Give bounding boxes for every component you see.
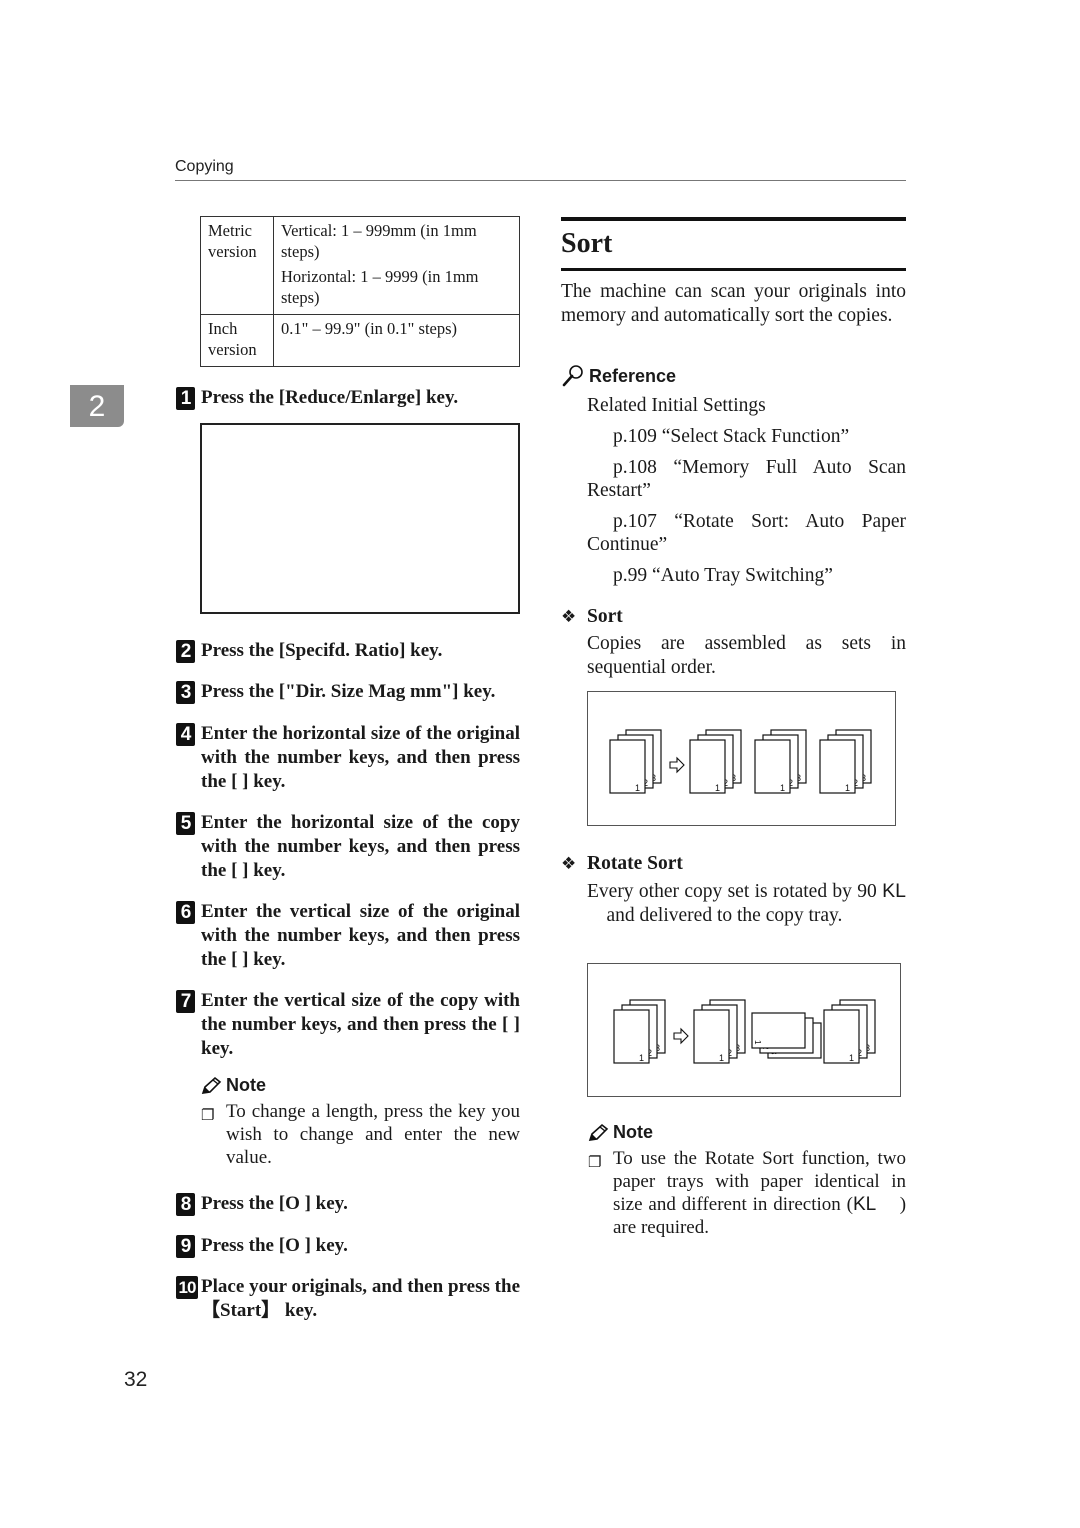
step-number: 1 bbox=[176, 387, 195, 410]
page-number-label: 1 bbox=[845, 783, 850, 793]
step-text: Enter the vertical size of the original … bbox=[201, 901, 520, 970]
rotate-sort-text: Every other copy set is rotated by 90 bbox=[587, 881, 877, 902]
table-row: Inch version 0.1" – 99.9" (in 0.1" steps… bbox=[200, 314, 520, 367]
step-7: 7 Enter the vertical size of the copy wi… bbox=[176, 989, 520, 1061]
right-note: Note ❐ To use the Rotate Sort function, … bbox=[587, 1122, 906, 1239]
section-top-rule bbox=[561, 217, 906, 221]
header-rule bbox=[175, 180, 906, 181]
rotate-sort-text: and delivered to the copy tray. bbox=[606, 904, 843, 926]
step-text: Press the [O ] key. bbox=[201, 1193, 348, 1214]
note-heading-label: Note bbox=[226, 1075, 266, 1095]
rotate-sort-diagram: 321321321321 bbox=[613, 999, 876, 1064]
section-title: Sort bbox=[561, 228, 613, 259]
display-screen-illustration bbox=[200, 423, 520, 614]
table-value: 0.1" – 99.9" (in 0.1" steps) bbox=[273, 314, 520, 367]
orientation-glyph: KL bbox=[852, 1194, 877, 1215]
section-intro: The machine can scan your originals into… bbox=[561, 281, 906, 326]
note-heading: Note bbox=[200, 1075, 520, 1096]
sort-description: Copies are assembled as sets in sequenti… bbox=[587, 633, 906, 678]
rotate-sort-description: Every other copy set is rotated by 90 KL… bbox=[587, 880, 906, 927]
step-6: 6 Enter the vertical size of the origina… bbox=[176, 900, 520, 972]
page-number-label: 1 bbox=[849, 1053, 854, 1063]
step-number: 9 bbox=[176, 1235, 195, 1258]
checkbox-bullet-icon: ❐ bbox=[588, 1153, 602, 1171]
left-note: Note ❐ To change a length, press the key… bbox=[200, 1075, 520, 1169]
step-text: Enter the horizontal size of the origina… bbox=[201, 723, 520, 792]
sort-subheading-label: Sort bbox=[587, 606, 623, 627]
step-number: 4 bbox=[176, 723, 195, 746]
step-1: 1 Press the [Reduce/Enlarge] key. bbox=[176, 386, 520, 410]
reference-list: Related Initial Settings p.109 “Select S… bbox=[587, 394, 906, 587]
step-number: 8 bbox=[176, 1193, 195, 1216]
step-3: 3 Press the ["Dir. Size Mag mm"] key. bbox=[176, 680, 520, 704]
note-item: ❐ To change a length, press the key you … bbox=[200, 1100, 520, 1169]
pencil-icon bbox=[201, 1076, 222, 1094]
table-value-line: Vertical: 1 – 999mm (in 1mm steps) bbox=[281, 221, 477, 261]
rotate-sort-subheading-label: Rotate Sort bbox=[587, 853, 683, 874]
orientation-glyph: KL bbox=[882, 880, 907, 902]
reference-heading: Reference bbox=[561, 364, 676, 388]
reference-link[interactable]: p.99 “Auto Tray Switching” bbox=[587, 564, 906, 587]
magnifier-icon bbox=[562, 365, 583, 387]
step-9: 9 Press the [O ] key. bbox=[176, 1234, 520, 1258]
page-number: 32 bbox=[124, 1368, 148, 1391]
size-range-table: Metric version Vertical: 1 – 999mm (in 1… bbox=[200, 216, 520, 367]
step-number: 7 bbox=[176, 990, 195, 1013]
pencil-icon bbox=[588, 1123, 609, 1141]
step-8: 8 Press the [O ] key. bbox=[176, 1192, 520, 1216]
step-number: 5 bbox=[176, 812, 195, 835]
rotate-sort-figure: 321321321321 bbox=[587, 963, 901, 1097]
reference-link[interactable]: p.107 “Rotate Sort: Auto Paper Continue” bbox=[587, 510, 906, 556]
table-value: Vertical: 1 – 999mm (in 1mm steps) Horiz… bbox=[273, 216, 520, 315]
step-10: 10 Place your originals, and then press … bbox=[176, 1275, 520, 1323]
step-text: Enter the horizontal size of the copy wi… bbox=[201, 812, 520, 881]
step-text: Press the [O ] key. bbox=[201, 1235, 348, 1256]
step-number: 10 bbox=[176, 1276, 198, 1299]
step-text: Press the [Reduce/Enlarge] key. bbox=[201, 387, 459, 408]
running-header: Copying bbox=[175, 158, 234, 175]
step-text: Enter the vertical size of the copy with… bbox=[201, 990, 520, 1059]
table-value-line: Horizontal: 1 – 9999 (in 1mm steps) bbox=[281, 267, 479, 307]
note-heading-label: Note bbox=[613, 1122, 653, 1142]
table-key: Inch version bbox=[200, 314, 274, 367]
checkbox-bullet-icon: ❐ bbox=[201, 1106, 215, 1124]
arrow-icon bbox=[669, 756, 685, 774]
step-number: 3 bbox=[176, 681, 195, 704]
step-4: 4 Enter the horizontal size of the origi… bbox=[176, 722, 520, 794]
step-text: Press the ["Dir. Size Mag mm"] key. bbox=[201, 681, 496, 702]
note-item-text: To change a length, press the key you wi… bbox=[226, 1101, 520, 1168]
step-text: Press the [Specifd. Ratio] key. bbox=[201, 640, 443, 661]
note-item: ❐ To use the Rotate Sort function, two p… bbox=[587, 1147, 906, 1239]
reference-heading-label: Reference bbox=[589, 365, 677, 386]
page-number-label: 1 bbox=[715, 783, 720, 793]
page-number-label: 1 bbox=[753, 1040, 762, 1045]
step-number: 6 bbox=[176, 901, 195, 924]
table-row: Metric version Vertical: 1 – 999mm (in 1… bbox=[200, 216, 520, 315]
arrow-icon bbox=[673, 1027, 689, 1045]
sort-subheading: ❖ Sort bbox=[561, 606, 623, 628]
section-title-rule bbox=[561, 268, 906, 271]
step-2: 2 Press the [Specifd. Ratio] key. bbox=[176, 639, 520, 663]
step-text: Place your originals, and then press the… bbox=[201, 1276, 520, 1321]
step-number: 2 bbox=[176, 640, 195, 663]
reference-link[interactable]: p.108 “Memory Full Auto Scan Restart” bbox=[587, 456, 906, 502]
page-number-label: 1 bbox=[639, 1053, 644, 1063]
table-value-line: 0.1" – 99.9" (in 0.1" steps) bbox=[281, 319, 458, 338]
note-heading: Note bbox=[587, 1122, 906, 1143]
reference-link[interactable]: p.109 “Select Stack Function” bbox=[587, 425, 906, 448]
sort-diagram: 321321321321 bbox=[609, 729, 872, 794]
rotate-sort-subheading: ❖ Rotate Sort bbox=[561, 853, 683, 875]
diamond-bullet-icon: ❖ bbox=[561, 854, 577, 874]
diamond-bullet-icon: ❖ bbox=[561, 607, 577, 627]
step-5: 5 Enter the horizontal size of the copy … bbox=[176, 811, 520, 883]
page-number-label: 1 bbox=[635, 783, 640, 793]
sort-figure: 321321321321 bbox=[587, 691, 896, 826]
chapter-tab: 2 bbox=[70, 385, 124, 427]
page-number-label: 1 bbox=[780, 783, 785, 793]
table-key: Metric version bbox=[200, 216, 274, 315]
page-number-label: 1 bbox=[719, 1053, 724, 1063]
reference-lead: Related Initial Settings bbox=[587, 395, 766, 416]
